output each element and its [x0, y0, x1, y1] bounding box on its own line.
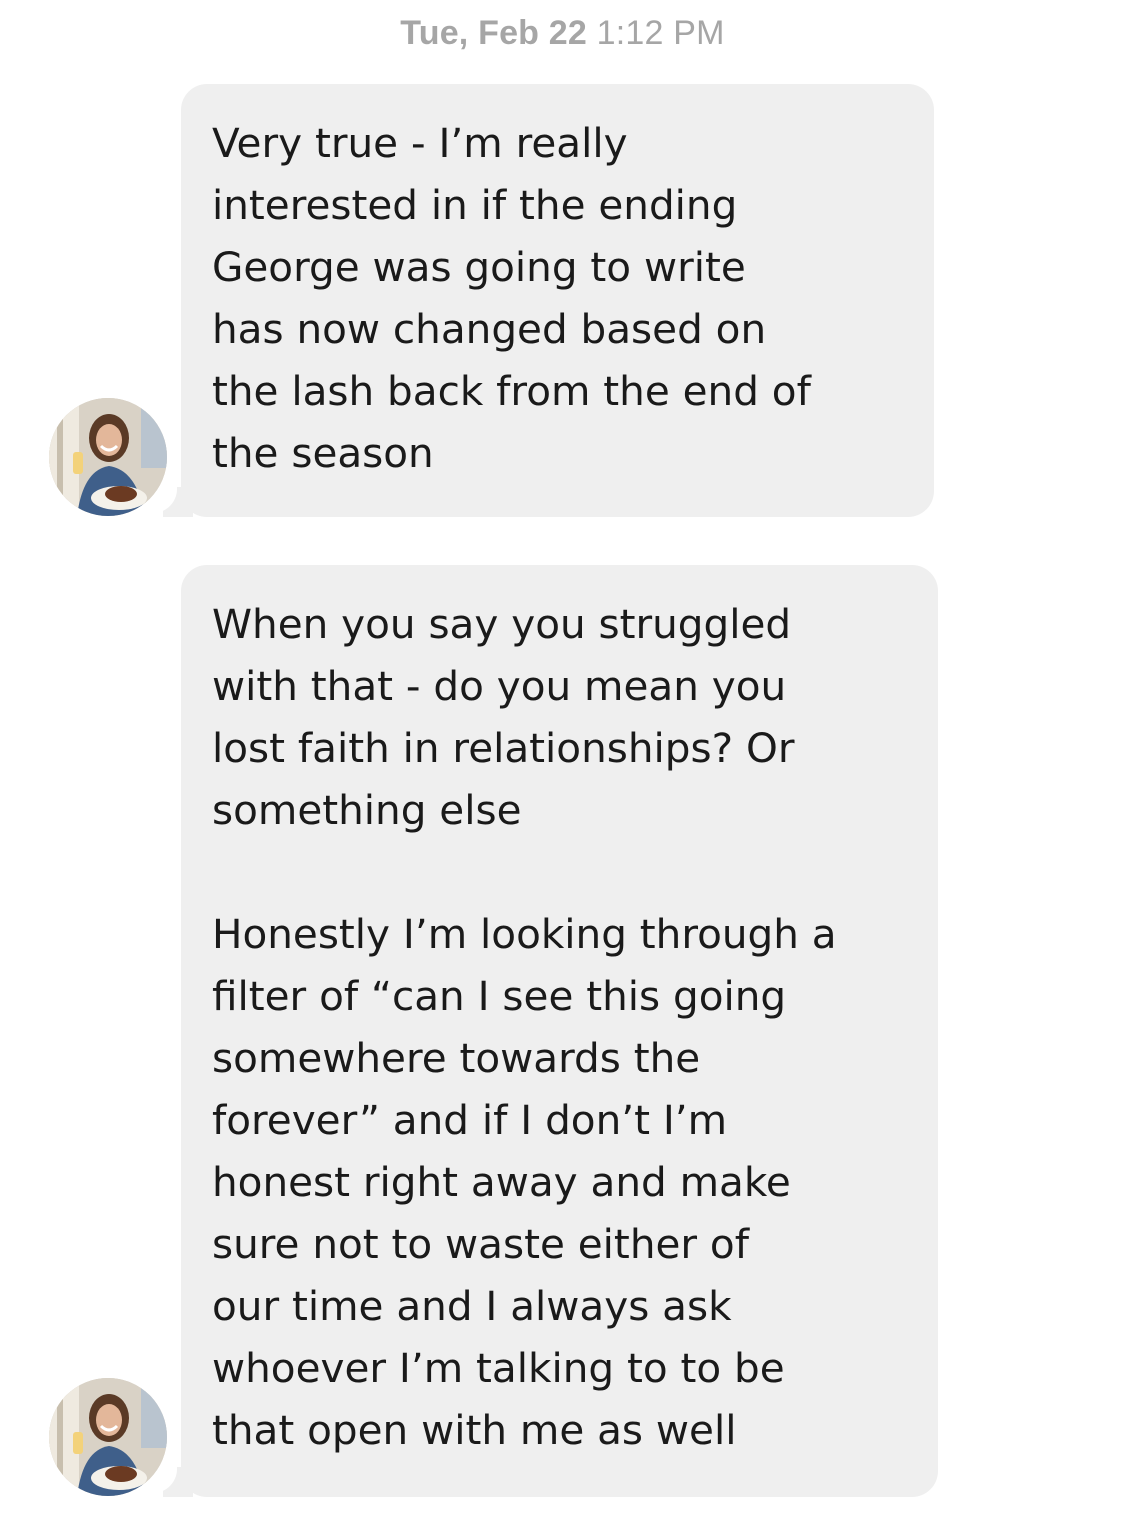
avatar-photo-icon — [49, 398, 167, 516]
sender-avatar[interactable] — [49, 398, 167, 516]
message-bubble[interactable]: When you say you struggled with that - d… — [181, 565, 938, 1497]
message-timestamp: Tue, Feb 22 1:12 PM — [0, 14, 1125, 53]
avatar-photo-icon — [49, 1378, 167, 1496]
sender-avatar[interactable] — [49, 1378, 167, 1496]
timestamp-date: Tue, Feb 22 — [400, 14, 588, 52]
message-bubble[interactable]: Very true - I’m really interested in if … — [181, 84, 934, 517]
timestamp-time: 1:12 PM — [596, 14, 725, 52]
